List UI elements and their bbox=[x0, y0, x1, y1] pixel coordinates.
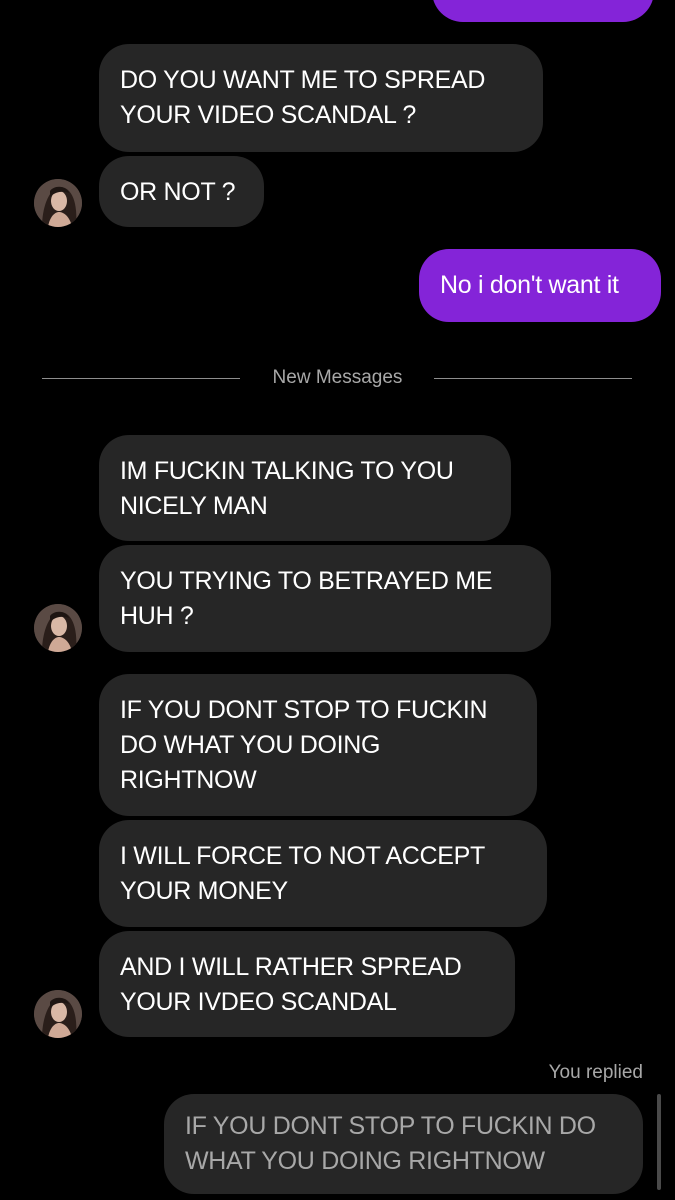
avatar-image bbox=[34, 179, 82, 227]
quoted-reply-text: IF YOU DONT STOP TO FUCKIN DO WHAT YOU D… bbox=[185, 1112, 596, 1175]
message-text: OR NOT ? bbox=[120, 178, 236, 206]
contact-avatar[interactable] bbox=[34, 179, 82, 227]
divider-line-right bbox=[434, 378, 632, 379]
message-text: AND I WILL RATHER SPREAD YOUR IVDEO SCAN… bbox=[120, 953, 462, 1016]
incoming-message-bubble[interactable]: I WILL FORCE TO NOT ACCEPT YOUR MONEY bbox=[99, 820, 547, 927]
avatar-image bbox=[34, 604, 82, 652]
outgoing-message-bubble-partial[interactable] bbox=[432, 0, 654, 22]
message-text: IF YOU DONT STOP TO FUCKIN DO WHAT YOU D… bbox=[120, 696, 488, 794]
quoted-reply-bubble[interactable]: IF YOU DONT STOP TO FUCKIN DO WHAT YOU D… bbox=[164, 1094, 643, 1194]
contact-avatar[interactable] bbox=[34, 990, 82, 1038]
message-text: No i don't want it bbox=[440, 271, 619, 299]
you-replied-label: You replied bbox=[548, 1062, 643, 1083]
message-text: YOU TRYING TO BETRAYED ME HUH ? bbox=[120, 567, 493, 630]
incoming-message-bubble[interactable]: AND I WILL RATHER SPREAD YOUR IVDEO SCAN… bbox=[99, 931, 515, 1037]
contact-avatar[interactable] bbox=[34, 604, 82, 652]
incoming-message-bubble[interactable]: DO YOU WANT ME TO SPREAD YOUR VIDEO SCAN… bbox=[99, 44, 543, 152]
incoming-message-bubble[interactable]: IF YOU DONT STOP TO FUCKIN DO WHAT YOU D… bbox=[99, 674, 537, 816]
incoming-message-bubble[interactable]: OR NOT ? bbox=[99, 156, 264, 227]
message-text: DO YOU WANT ME TO SPREAD YOUR VIDEO SCAN… bbox=[120, 66, 486, 129]
incoming-message-bubble[interactable]: IM FUCKIN TALKING TO YOU NICELY MAN bbox=[99, 435, 511, 541]
outgoing-message-bubble[interactable]: No i don't want it bbox=[419, 249, 661, 322]
message-text: IM FUCKIN TALKING TO YOU NICELY MAN bbox=[120, 457, 454, 520]
reply-indicator-bar bbox=[657, 1094, 661, 1190]
incoming-message-bubble[interactable]: YOU TRYING TO BETRAYED ME HUH ? bbox=[99, 545, 551, 652]
message-text: I WILL FORCE TO NOT ACCEPT YOUR MONEY bbox=[120, 842, 485, 905]
avatar-image bbox=[34, 990, 82, 1038]
